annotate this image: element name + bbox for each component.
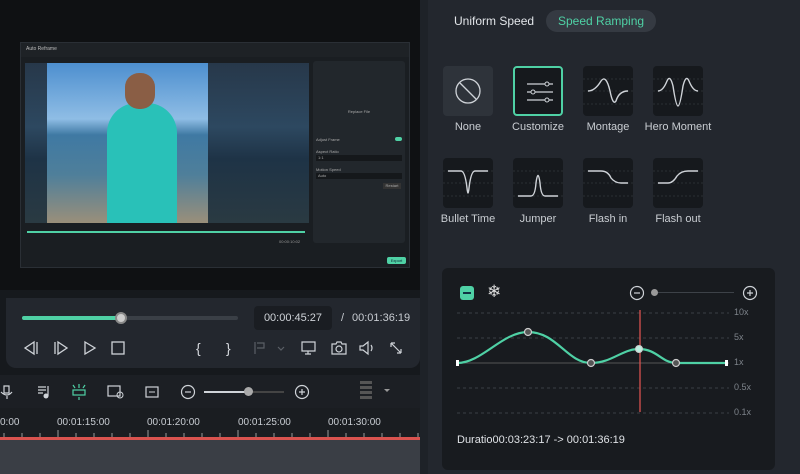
timeline-zoom-handle[interactable] [244, 387, 253, 396]
preset-curve-icon [653, 77, 703, 107]
preset-curve-icon [527, 81, 553, 103]
ruler-label: 0:00 [0, 417, 20, 428]
fullscreen-icon[interactable] [388, 340, 404, 356]
current-time-field[interactable]: 00:00:45:27 [254, 306, 332, 330]
progress-fill [22, 316, 122, 320]
preset-label: Hero Moment [644, 121, 712, 133]
player-controls: / 00:01:36:19 { } [6, 298, 420, 368]
preset-montage[interactable] [583, 66, 633, 116]
preset-hero-moment[interactable] [653, 66, 703, 116]
preset-flash-in[interactable] [583, 158, 633, 208]
ruler-label: 00:01:15:00 [57, 417, 110, 428]
mark-out-button[interactable]: } [226, 340, 231, 356]
duration-label: Duratio [457, 434, 493, 446]
aspect-ratio-select[interactable]: 1:1 [316, 155, 402, 161]
video-subject [107, 103, 177, 223]
preset-label: Flash in [588, 213, 628, 225]
display-icon[interactable] [300, 340, 318, 356]
adjust-frame-toggle[interactable] [395, 137, 402, 141]
speed-curve-editor: ❄ 10x 5x 1x 0.5x 0.1x Duratio00:03:23:17 -> … [442, 268, 775, 470]
marker-icon[interactable] [252, 340, 288, 356]
stop-icon[interactable] [110, 340, 126, 356]
preset-label: Montage [586, 121, 630, 133]
fit-timeline-icon[interactable] [144, 384, 160, 400]
adjust-frame-label: Adjust Frame [316, 137, 340, 142]
y-axis-label: 10x [734, 307, 749, 317]
keyframe-point-selected [635, 345, 643, 353]
progress-handle[interactable] [115, 312, 128, 324]
motion-speed-label: Motion Speed [316, 167, 341, 172]
curve-start-handle [456, 360, 459, 366]
auto-reframe-dialog: Auto Reframe 00:00:10:02 Replace File Ad… [20, 42, 410, 268]
curve-end-handle [725, 360, 728, 366]
tab-uniform-speed[interactable]: Uniform Speed [442, 10, 546, 32]
snapshot-icon[interactable] [330, 340, 348, 356]
video-subject-head [125, 73, 155, 109]
keyframe-point [671, 358, 681, 368]
preset-flash-out[interactable] [653, 158, 703, 208]
microphone-icon[interactable] [0, 384, 14, 400]
editor-left-panel: Auto Reframe 00:00:10:02 Replace File Ad… [0, 0, 420, 474]
dialog-progress[interactable] [27, 231, 305, 233]
motion-speed-select[interactable]: Auto [316, 173, 402, 179]
preset-curve-icon [653, 170, 703, 197]
dialog-settings: Replace File Adjust Frame Aspect Ratio 1… [313, 61, 405, 243]
preset-curve-icon [455, 78, 481, 104]
ruler-label: 00:01:30:00 [328, 417, 381, 428]
timeline-ruler[interactable]: 0:00 00:01:15:00 00:01:20:00 00:01:25:00… [0, 408, 420, 438]
y-axis-label: 0.5x [734, 382, 752, 392]
preset-label: Flash out [655, 213, 701, 225]
timeline-track[interactable] [0, 440, 420, 474]
ruler-label: 00:01:25:00 [238, 417, 291, 428]
y-axis-label: 1x [734, 357, 744, 367]
playback-progress[interactable] [22, 312, 238, 324]
dialog-time: 00:00:10:02 [279, 239, 301, 244]
next-frame-icon[interactable] [52, 340, 72, 356]
preset-curve-icon [583, 78, 633, 105]
ruler-label: 00:01:20:00 [147, 417, 200, 428]
preset-customize[interactable] [513, 66, 563, 116]
restart-button[interactable]: Restart [383, 183, 401, 189]
preset-curve-icon [513, 170, 563, 197]
speed-curve[interactable] [442, 268, 775, 428]
preset-label: Bullet Time [440, 213, 496, 225]
timeline-toolbar [0, 375, 420, 408]
preset-curve-icon [443, 170, 493, 197]
tab-speed-ramping[interactable]: Speed Ramping [546, 10, 657, 32]
export-button[interactable]: Export [387, 257, 406, 264]
preview-render-icon[interactable] [106, 384, 126, 400]
keyframe-point [523, 327, 533, 337]
zoom-out-icon[interactable] [180, 384, 196, 400]
time-separator: / [341, 312, 345, 324]
play-icon[interactable] [82, 340, 98, 356]
preview-window: Auto Reframe 00:00:10:02 Replace File Ad… [0, 0, 420, 290]
timeline-zoom-slider[interactable] [204, 387, 284, 396]
auto-highlight-icon[interactable] [70, 383, 88, 401]
reframe-crop-area[interactable] [47, 63, 208, 223]
speed-curve-line [456, 330, 726, 365]
preset-label: Customize [512, 121, 564, 133]
y-axis-label: 5x [734, 332, 744, 342]
y-axis-label: 0.1x [734, 407, 752, 417]
duration-value: 00:03:23:17 -> 00:01:36:19 [492, 434, 625, 446]
volume-icon[interactable] [358, 340, 376, 356]
track-height-icon[interactable] [358, 379, 394, 403]
preset-curve-icon [583, 170, 633, 197]
aspect-ratio-label: Aspect Ratio [316, 149, 339, 154]
keyframe-point [586, 358, 596, 368]
preset-bullet-time[interactable] [443, 158, 493, 208]
preset-label: Jumper [519, 213, 557, 225]
audio-music-icon[interactable] [36, 384, 52, 400]
dialog-title: Auto Reframe [21, 43, 409, 57]
duration-readout: Duratio00:03:23:17 -> 00:01:36:19 [457, 434, 625, 446]
replace-file-label[interactable]: Replace File [313, 109, 405, 114]
mark-in-button[interactable]: { [196, 340, 201, 356]
preset-jumper[interactable] [513, 158, 563, 208]
preset-none[interactable] [443, 66, 493, 116]
total-time: 00:01:36:19 [352, 312, 411, 324]
video-frame[interactable] [25, 63, 309, 223]
preset-label: None [454, 121, 482, 133]
zoom-in-icon[interactable] [294, 384, 310, 400]
prev-frame-icon[interactable] [22, 340, 42, 356]
